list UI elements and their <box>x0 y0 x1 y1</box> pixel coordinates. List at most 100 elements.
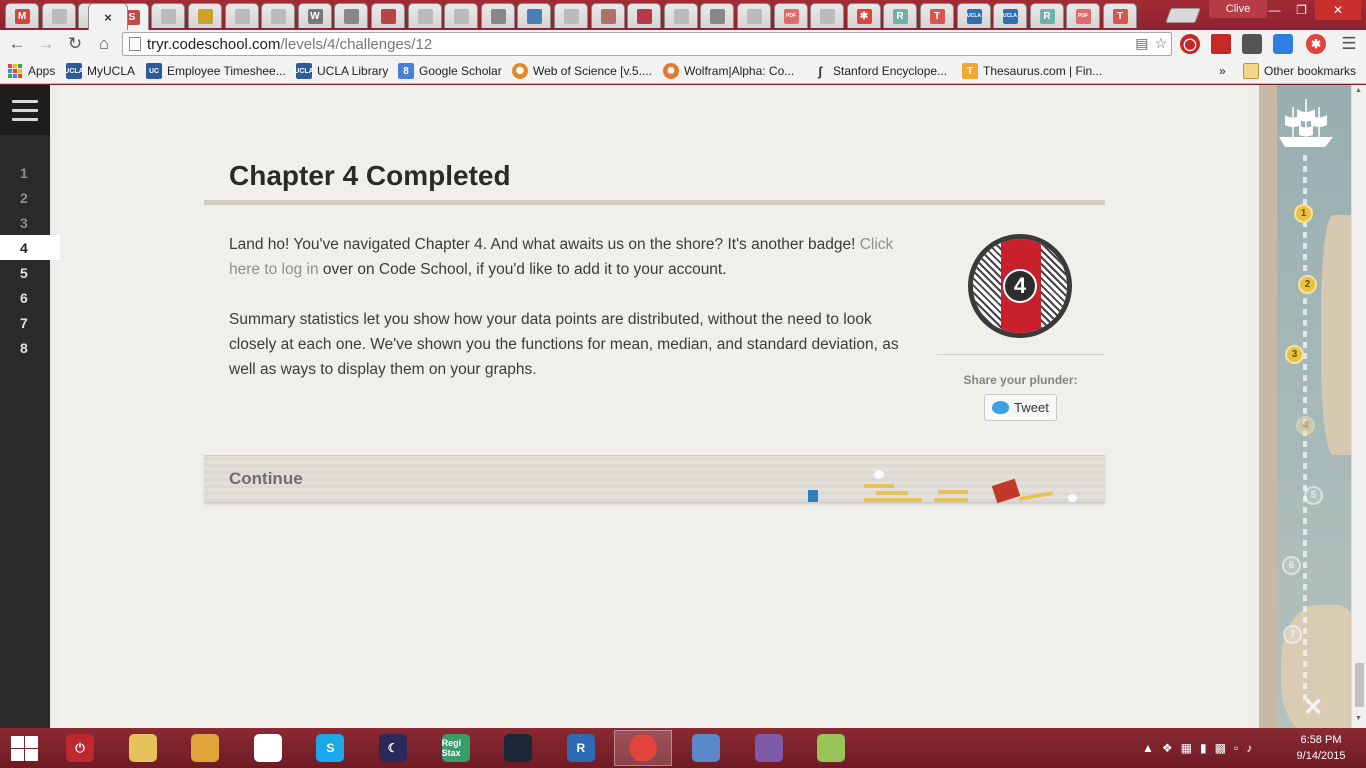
level-link[interactable]: 2 <box>0 185 50 210</box>
browser-tab[interactable] <box>334 3 368 28</box>
restore-button[interactable]: ❐ <box>1288 0 1315 20</box>
level-link[interactable]: 8 <box>0 335 50 360</box>
forward-icon[interactable]: → <box>35 33 57 55</box>
bookmark-ucla-library[interactable]: UCLA UCLA Library <box>294 62 388 80</box>
level-link[interactable]: 7 <box>0 310 50 335</box>
minimize-button[interactable]: — <box>1261 0 1288 20</box>
browser-tab[interactable] <box>627 3 661 28</box>
taskbar-app[interactable] <box>802 730 860 766</box>
browser-tab[interactable] <box>444 3 478 28</box>
dropbox-icon[interactable] <box>1273 34 1293 54</box>
browser-tab[interactable] <box>481 3 515 28</box>
taskbar-app[interactable]: S <box>301 730 359 766</box>
page-scrollbar[interactable]: ▲ ▼ <box>1351 85 1366 728</box>
taskbar-app[interactable] <box>677 730 735 766</box>
browser-tab[interactable]: ✱ <box>847 3 881 28</box>
bookmark-web-of-science[interactable]: ✺ Web of Science [v.5.... <box>512 62 652 80</box>
map-pin[interactable]: 3 <box>1285 345 1304 364</box>
home-icon[interactable]: ⌂ <box>93 33 115 55</box>
taskbar-app[interactable] <box>176 730 234 766</box>
volume-icon[interactable]: ♪ <box>1246 741 1252 755</box>
map-pin[interactable]: 6 <box>1282 556 1301 575</box>
adblock-icon[interactable]: ◯ <box>1180 34 1200 54</box>
scroll-up-icon[interactable]: ▲ <box>1355 87 1364 96</box>
bookmark-timesheet[interactable]: UC Employee Timeshee... <box>146 62 286 80</box>
tray-overflow-icon[interactable]: ▲ <box>1142 741 1154 755</box>
browser-tab[interactable]: T <box>920 3 954 28</box>
bookmark-star-icon[interactable]: ☆ <box>1154 35 1167 52</box>
browser-tab[interactable] <box>371 3 405 28</box>
browser-tab[interactable] <box>42 3 76 28</box>
browser-tab[interactable] <box>810 3 844 28</box>
browser-tab[interactable]: R <box>1030 3 1064 28</box>
page-info-icon[interactable] <box>129 37 141 51</box>
browser-tab[interactable] <box>261 3 295 28</box>
active-tab[interactable]: × <box>88 3 128 30</box>
browser-tab[interactable]: PDF <box>774 3 808 28</box>
taskbar-app[interactable]: ☾ <box>364 730 422 766</box>
start-button[interactable] <box>8 734 40 762</box>
map-pin[interactable]: 5 <box>1304 486 1323 505</box>
asterisk-icon[interactable]: ✱ <box>1306 34 1326 54</box>
browser-tab[interactable] <box>151 3 185 28</box>
close-tab-icon[interactable]: × <box>104 10 112 25</box>
address-bar[interactable]: tryr.codeschool.com/levels/4/challenges/… <box>122 32 1172 56</box>
level-link[interactable]: 6 <box>0 285 50 310</box>
browser-tab[interactable]: PDF <box>1066 3 1100 28</box>
level-link[interactable]: 3 <box>0 210 50 235</box>
taskbar-app[interactable]: R <box>552 730 610 766</box>
browser-tab[interactable]: T <box>1103 3 1137 28</box>
network-tray-icon[interactable]: ▦ <box>1181 741 1192 755</box>
browser-tab[interactable]: R <box>883 3 917 28</box>
browser-tab[interactable] <box>517 3 551 28</box>
taskbar-app[interactable] <box>114 730 172 766</box>
map-pin[interactable]: 7 <box>1283 625 1302 644</box>
reload-icon[interactable]: ↻ <box>64 33 86 55</box>
taskbar-app[interactable] <box>239 730 297 766</box>
tweet-button[interactable]: Tweet <box>984 394 1057 421</box>
taskbar-app[interactable] <box>489 730 547 766</box>
browser-tab[interactable] <box>408 3 442 28</box>
map-pin[interactable]: 1 <box>1294 204 1313 223</box>
bookmark-thesaurus[interactable]: T Thesaurus.com | Fin... <box>962 62 1102 80</box>
other-bookmarks[interactable]: Other bookmarks <box>1243 62 1356 80</box>
extension-icon[interactable] <box>1242 34 1262 54</box>
browser-tab[interactable] <box>737 3 771 28</box>
bookmark-ext-icon[interactable] <box>1211 34 1231 54</box>
battery-tray-icon[interactable]: ▮ <box>1200 741 1207 755</box>
wifi-signal-icon[interactable]: ▫ <box>1234 741 1238 755</box>
system-clock[interactable]: 6:58 PM 9/14/2015 <box>1286 732 1356 764</box>
browser-tab[interactable] <box>591 3 625 28</box>
bookmarks-overflow-button[interactable]: » <box>1219 62 1226 80</box>
reader-icon[interactable]: ▤ <box>1135 35 1148 52</box>
scroll-thumb[interactable] <box>1355 663 1364 707</box>
taskbar-app[interactable] <box>614 730 673 766</box>
browser-tab[interactable]: M <box>5 3 39 28</box>
menu-icon[interactable]: ☰ <box>1338 33 1360 55</box>
bookmark-stanford[interactable]: ʃ Stanford Encyclope... <box>812 62 947 80</box>
browser-tab[interactable] <box>664 3 698 28</box>
taskbar-app[interactable]: Regi Stax <box>427 730 485 766</box>
browser-tab[interactable]: UCLA <box>957 3 991 28</box>
level-link[interactable]: 1 <box>0 160 50 185</box>
level-link[interactable]: 5 <box>0 260 50 285</box>
browser-tab[interactable]: UCLA <box>993 3 1027 28</box>
map-pin[interactable]: 2 <box>1298 275 1317 294</box>
hamburger-menu-icon[interactable] <box>12 100 38 127</box>
scroll-down-icon[interactable]: ▼ <box>1355 715 1364 724</box>
new-tab-button[interactable] <box>1165 8 1201 23</box>
level-link-current[interactable]: 4 <box>0 235 60 260</box>
dropbox-tray-icon[interactable]: ❖ <box>1162 741 1173 755</box>
continue-button[interactable]: Continue <box>204 455 1105 504</box>
map-pin[interactable]: 4 <box>1296 416 1315 435</box>
browser-tab[interactable] <box>225 3 259 28</box>
browser-tab[interactable]: W <box>298 3 332 28</box>
close-window-button[interactable]: ✕ <box>1315 0 1361 20</box>
bluetooth-tray-icon[interactable]: ▩ <box>1215 741 1226 755</box>
browser-tab[interactable] <box>554 3 588 28</box>
bookmark-myucla[interactable]: UCLA MyUCLA <box>64 62 135 80</box>
browser-tab[interactable] <box>188 3 222 28</box>
bookmark-google-scholar[interactable]: 8 Google Scholar <box>398 62 502 80</box>
bookmark-apps[interactable]: Apps <box>8 62 55 80</box>
profile-button[interactable]: Clive <box>1209 0 1267 18</box>
